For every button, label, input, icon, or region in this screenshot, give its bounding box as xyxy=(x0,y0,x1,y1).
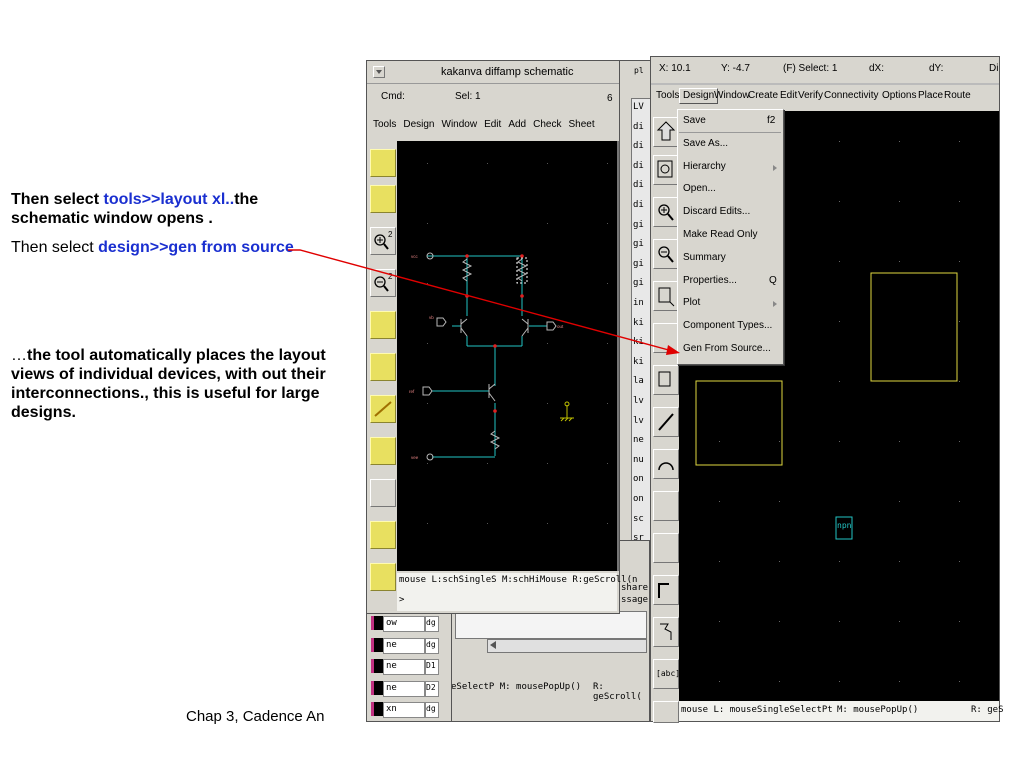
arrowhead-icon xyxy=(666,345,680,355)
callout-arrow xyxy=(288,249,680,355)
